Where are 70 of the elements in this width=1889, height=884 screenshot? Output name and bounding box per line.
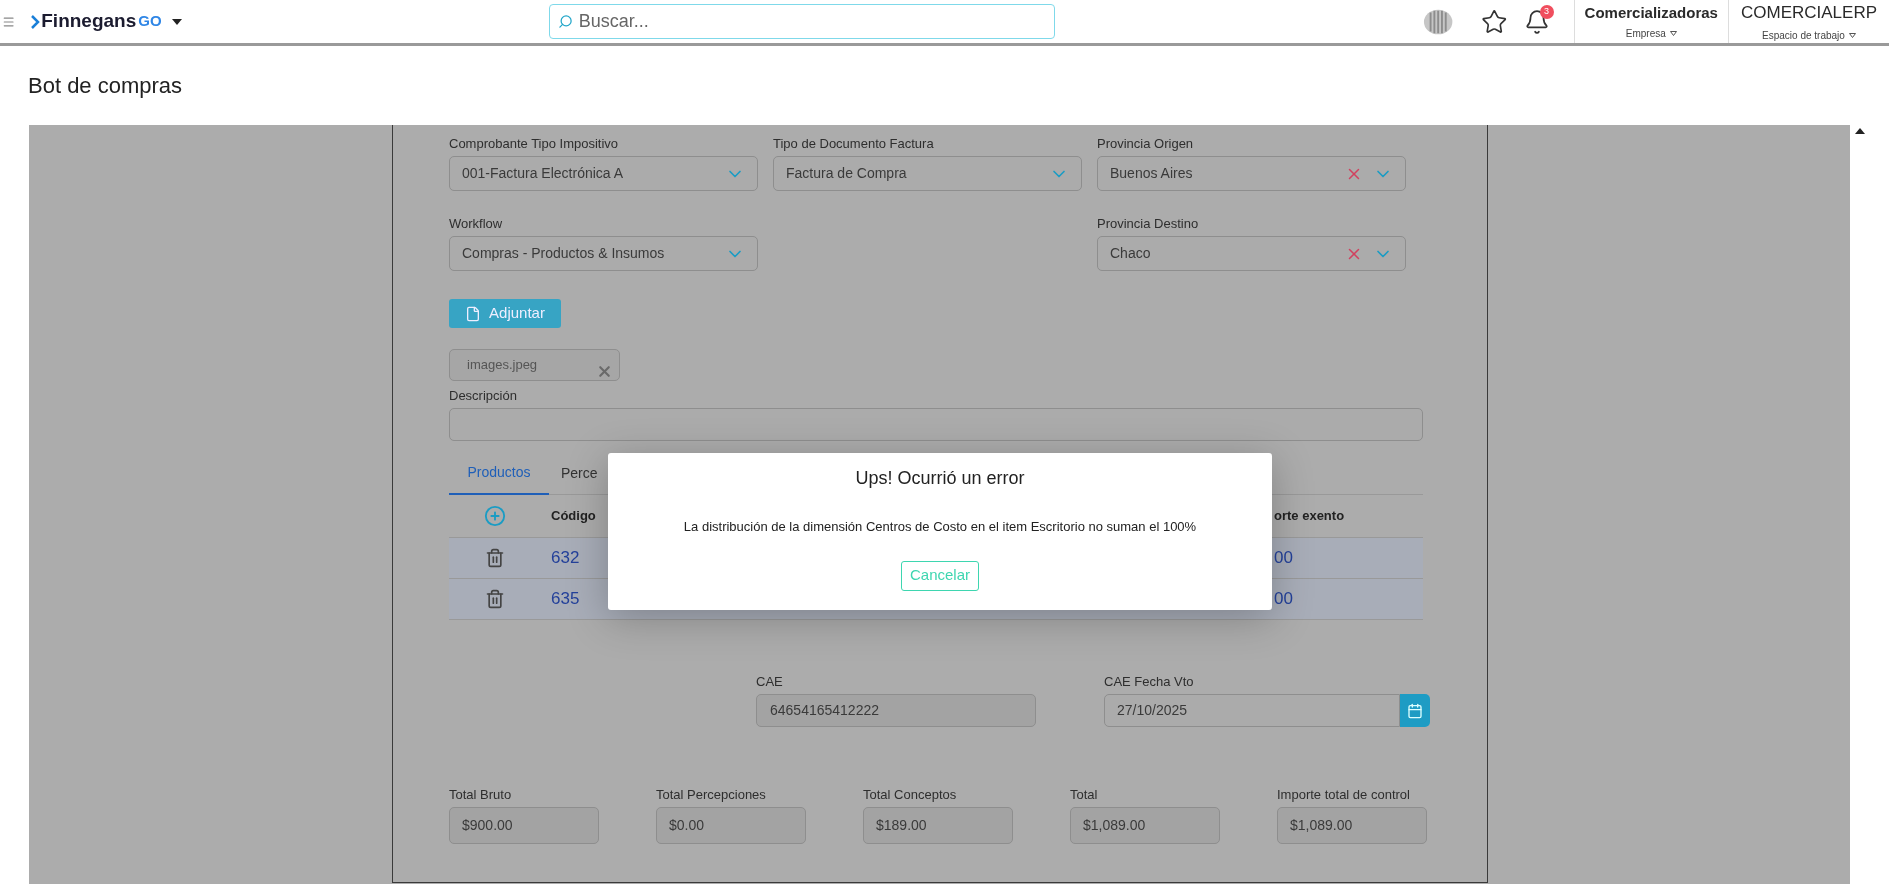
bell-icon[interactable] (1523, 8, 1550, 35)
date-field[interactable]: 27/10/2025 (1104, 694, 1400, 727)
add-row-icon[interactable] (483, 505, 506, 527)
select-field[interactable]: Factura de Compra (773, 156, 1082, 191)
dialog-message: La distribución de la dimensión Centros de Costo en el item Escritorio no suman el 100% (683, 518, 1197, 536)
code-link[interactable]: 632 (551, 545, 580, 571)
field-value: $0.00 (669, 816, 705, 835)
field-label: Total (1070, 788, 1098, 801)
field-value: 64654165412222 (770, 701, 879, 720)
search-field[interactable]: Buscar... (548, 4, 1055, 39)
search-icon (557, 14, 573, 29)
logo-text: Finnegans (41, 9, 137, 34)
select-value: Compras - Productos & Insumos (462, 244, 666, 263)
caret-down-icon[interactable] (1848, 32, 1856, 38)
notification-badge: 3 (1539, 4, 1554, 19)
field-label: Total Conceptos (863, 788, 957, 801)
company-selector[interactable]: Empresa (1625, 26, 1666, 42)
calendar-button[interactable] (1400, 694, 1430, 727)
scroll-up-icon[interactable] (1855, 128, 1865, 134)
table-cell-text: 00 (1274, 547, 1293, 570)
field-label: CAE (756, 675, 783, 688)
caret-down-icon[interactable] (1669, 31, 1677, 37)
calendar-icon (1407, 702, 1423, 719)
tab[interactable]: Perce (559, 451, 600, 495)
cae-field[interactable]: 64654165412222 (756, 694, 1036, 727)
page-title: Bot de compras (28, 72, 183, 100)
tab[interactable]: Productos (449, 451, 549, 495)
delete-icon[interactable] (484, 588, 505, 610)
field-value: $900.00 (462, 816, 513, 835)
select-value: Buenos Aires (1110, 164, 1194, 183)
field-value: $1,089.00 (1083, 816, 1146, 835)
select-value: Chaco (1110, 244, 1152, 263)
search-input[interactable]: Buscar... (578, 8, 1046, 35)
field-label: Tipo de Documento Factura (773, 137, 934, 150)
field-value: 27/10/2025 (1117, 701, 1188, 720)
field-value: $189.00 (876, 816, 927, 835)
select-field[interactable]: Compras - Productos & Insumos (449, 236, 758, 271)
file-icon (465, 305, 482, 322)
field-label: Total Percepciones (656, 788, 766, 801)
caret-icon[interactable] (171, 18, 182, 25)
logo-suffix: GO (138, 11, 162, 32)
field-label: Importe total de control (1277, 788, 1410, 801)
menu-icon[interactable] (2, 14, 16, 29)
field-label: Provincia Origen (1097, 137, 1194, 150)
field-label: Provincia Destino (1097, 217, 1199, 230)
select-value: 001-Factura Electrónica A (462, 164, 625, 183)
delete-icon[interactable] (484, 547, 505, 569)
remove-icon[interactable] (596, 363, 613, 380)
description-field[interactable] (449, 408, 1423, 441)
logo[interactable]: FinnegansGO (31, 7, 182, 36)
workspace-name[interactable]: COMERCIALERP (1740, 0, 1877, 26)
column-header: orte exento (1274, 507, 1346, 526)
field-value: $1,089.00 (1290, 816, 1353, 835)
field-label: Comprobante Tipo Impositivo (449, 137, 619, 150)
code-link[interactable]: 635 (551, 586, 580, 612)
attachment-name: images.jpeg (467, 356, 538, 375)
select-field[interactable]: Buenos Aires (1097, 156, 1406, 191)
select-value: Factura de Compra (786, 164, 908, 183)
table-cell-text: 00 (1274, 588, 1293, 611)
dialog-title: Ups! Ocurrió un error (855, 467, 1025, 490)
field-label: Workflow (449, 217, 503, 230)
column-header: Código (550, 507, 597, 526)
select-field[interactable]: 001-Factura Electrónica A (449, 156, 758, 191)
company-name[interactable]: Comercializadoras (1584, 1, 1718, 25)
field-label: Total Bruto (449, 788, 512, 801)
select-field[interactable]: Chaco (1097, 236, 1406, 271)
field-label: CAE Fecha Vto (1104, 675, 1194, 688)
field-label: Descripción (449, 389, 517, 402)
star-icon[interactable] (1481, 7, 1508, 36)
workspace-selector[interactable]: Espacio de trabajo (1762, 27, 1845, 43)
